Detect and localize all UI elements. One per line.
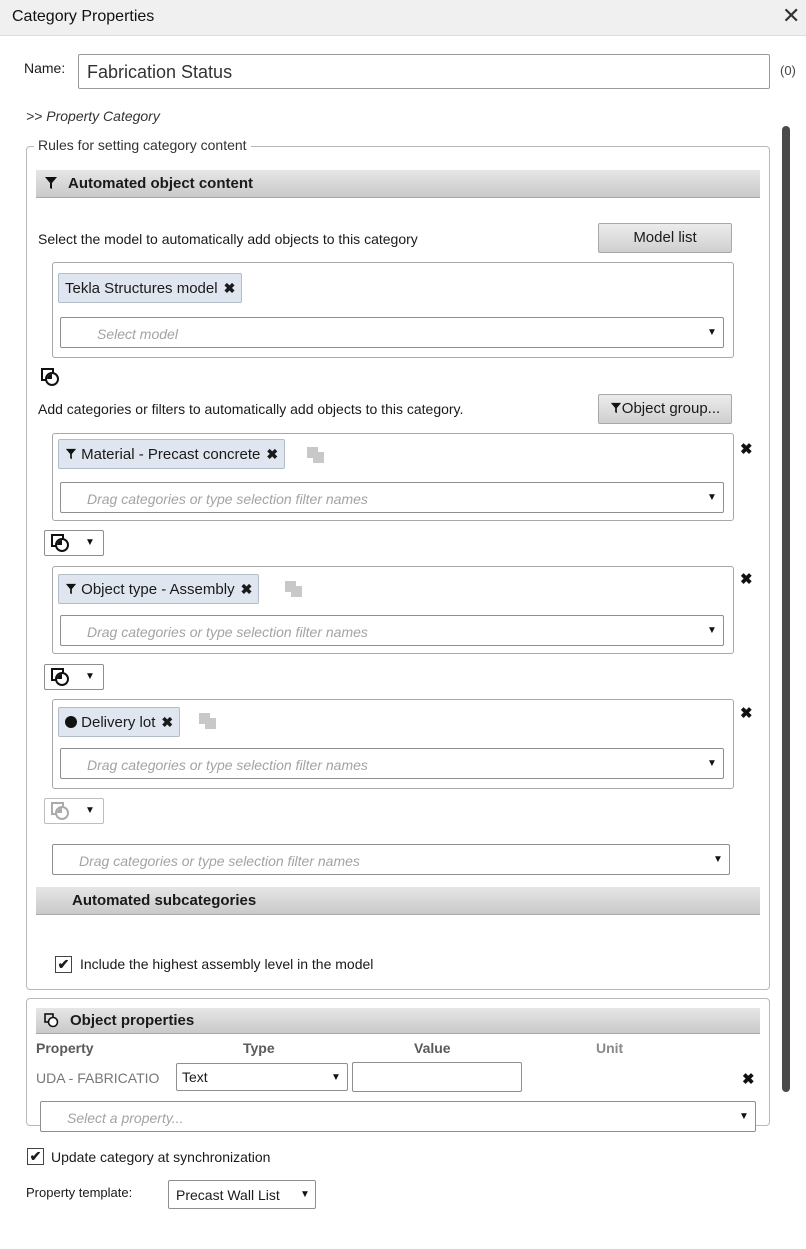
name-count: (0) — [780, 63, 796, 78]
filter-input-new-placeholder: Drag categories or type selection filter… — [79, 853, 360, 869]
object-group-label: Object group... — [621, 400, 721, 417]
filter-input-new[interactable]: Drag categories or type selection filter… — [52, 844, 730, 875]
automated-subcategories-title: Automated subcategories — [72, 892, 257, 909]
filter-icon — [44, 176, 58, 194]
name-label: Name: — [24, 60, 66, 76]
filter-tag-2-label: Object type - Assembly — [81, 581, 235, 598]
template-select[interactable]: Precast Wall List ▼ — [168, 1180, 316, 1209]
operator-dropdown-1[interactable]: ▼ — [44, 530, 104, 556]
filter-input-2[interactable]: Drag categories or type selection filter… — [60, 615, 724, 646]
select-property-placeholder: Select a property... — [67, 1110, 184, 1126]
filter-input-3[interactable]: Drag categories or type selection filter… — [60, 748, 724, 779]
filter-tag-3-label: Delivery lot — [81, 714, 156, 731]
model-tag-label: Tekla Structures model — [65, 280, 218, 297]
operator-dropdown-3[interactable]: ▼ — [44, 798, 104, 824]
include-highest-label: Include the highest assembly level in th… — [80, 956, 374, 972]
window-title: Category Properties — [12, 8, 155, 25]
chevron-down-icon: ▼ — [85, 537, 95, 548]
object-properties-header[interactable]: Object properties — [36, 1008, 760, 1034]
copy-icon[interactable] — [306, 446, 326, 468]
chevron-down-icon: ▼ — [707, 492, 717, 503]
dot-icon — [65, 716, 77, 728]
automated-content-title: Automated object content — [68, 175, 254, 192]
value-input[interactable] — [352, 1062, 522, 1092]
remove-icon[interactable]: ✖ — [266, 446, 278, 462]
chevron-down-icon: ▼ — [331, 1072, 341, 1083]
chevron-down-icon: ▼ — [739, 1111, 749, 1122]
automated-content-header[interactable]: Automated object content — [36, 170, 760, 198]
select-model-text: Select the model to automatically add ob… — [38, 231, 418, 247]
remove-icon[interactable]: ✖ — [161, 714, 173, 730]
filter-tag-1: Material - Precast concrete ✖ — [58, 439, 286, 469]
filter-input-3-placeholder: Drag categories or type selection filter… — [87, 757, 368, 773]
object-properties-icon — [44, 1013, 59, 1032]
filter-tag-3: Delivery lot ✖ — [58, 707, 181, 737]
update-sync-label: Update category at synchronization — [51, 1149, 271, 1165]
filter-tag-1-label: Material - Precast concrete — [81, 446, 261, 463]
remove-icon[interactable]: ✖ — [224, 280, 236, 296]
chevron-down-icon: ▼ — [713, 854, 723, 865]
chevron-down-icon: ▼ — [707, 758, 717, 769]
name-value: Fabrication Status — [87, 62, 233, 82]
remove-icon[interactable]: ✖ — [241, 581, 253, 597]
copy-icon[interactable] — [198, 712, 218, 734]
property-category-link[interactable]: >> Property Category — [26, 108, 160, 124]
column-value: Value — [414, 1040, 451, 1056]
object-properties-title: Object properties — [70, 1012, 195, 1029]
remove-icon[interactable]: ✖ — [740, 440, 753, 458]
include-highest-checkbox[interactable]: ✔ — [55, 956, 72, 973]
update-sync-checkbox[interactable]: ✔ — [27, 1148, 44, 1165]
column-type: Type — [243, 1040, 275, 1056]
model-list-button[interactable]: Model list — [598, 223, 732, 253]
filter-input-1[interactable]: Drag categories or type selection filter… — [60, 482, 724, 513]
model-select[interactable]: Select model ▼ — [60, 317, 724, 348]
filter-tag-2: Object type - Assembly ✖ — [58, 574, 260, 604]
combine-icon — [50, 533, 70, 557]
chevron-down-icon: ▼ — [707, 625, 717, 636]
combine-icon[interactable] — [40, 367, 60, 391]
property-name: UDA - FABRICATIO — [36, 1070, 160, 1086]
rules-legend: Rules for setting category content — [34, 137, 251, 153]
type-select[interactable]: Text ▼ — [176, 1063, 348, 1091]
combine-icon — [50, 667, 70, 691]
name-input[interactable]: Fabrication Status — [78, 54, 770, 89]
model-select-placeholder: Select model — [97, 326, 178, 342]
column-property: Property — [36, 1040, 94, 1056]
automated-subcategories-header[interactable]: Automated subcategories — [36, 887, 760, 915]
column-unit: Unit — [596, 1040, 624, 1056]
copy-icon[interactable] — [284, 580, 304, 602]
chevron-down-icon: ▼ — [707, 327, 717, 338]
combine-icon — [50, 801, 70, 825]
template-select-value: Precast Wall List — [176, 1187, 280, 1203]
chevron-down-icon: ▼ — [85, 805, 95, 816]
scrollbar[interactable] — [782, 126, 790, 1092]
add-categories-text: Add categories or filters to automatical… — [38, 401, 464, 417]
chevron-down-icon: ▼ — [85, 671, 95, 682]
select-property-dropdown[interactable]: Select a property... ▼ — [40, 1101, 756, 1132]
filter-input-2-placeholder: Drag categories or type selection filter… — [87, 624, 368, 640]
template-label: Property template: — [26, 1185, 133, 1200]
remove-icon[interactable]: ✖ — [740, 704, 753, 722]
chevron-down-icon: ▼ — [300, 1189, 310, 1200]
remove-icon[interactable]: ✖ — [740, 570, 753, 588]
remove-icon[interactable]: ✖ — [742, 1070, 755, 1088]
object-group-button[interactable]: Object group... — [598, 394, 732, 424]
filter-input-1-placeholder: Drag categories or type selection filter… — [87, 491, 368, 507]
close-icon[interactable]: ✕ — [782, 3, 800, 29]
operator-dropdown-2[interactable]: ▼ — [44, 664, 104, 690]
model-tag: Tekla Structures model ✖ — [58, 273, 243, 303]
type-select-value: Text — [182, 1069, 208, 1085]
